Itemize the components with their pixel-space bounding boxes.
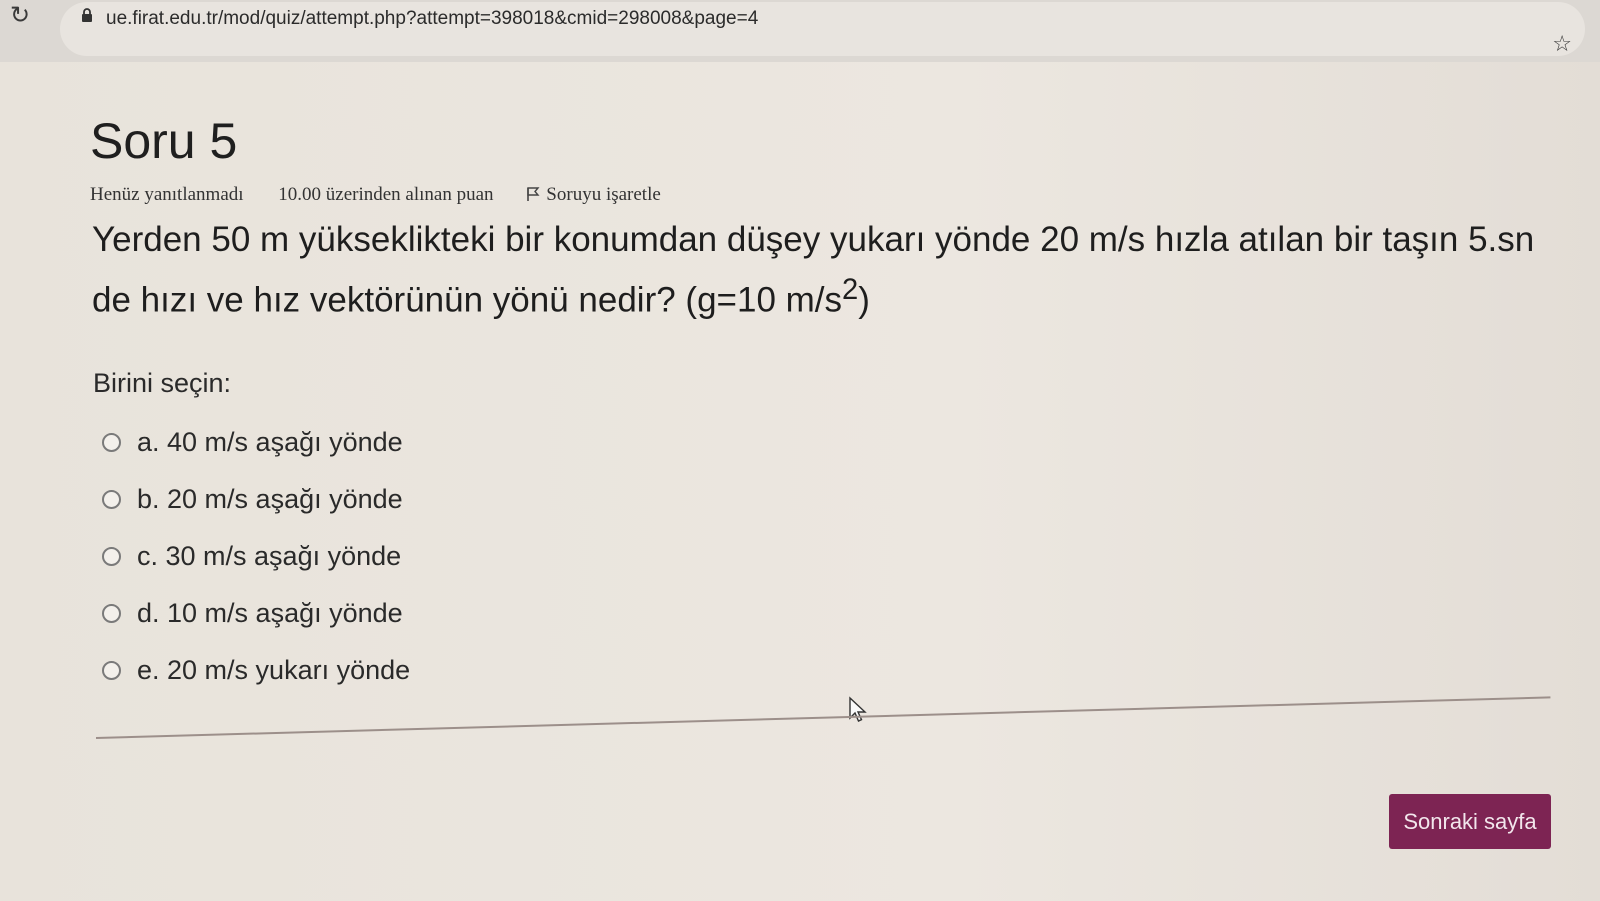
browser-toolbar: ↻ ue.firat.edu.tr/mod/quiz/attempt.php?a… [0, 0, 1600, 63]
quiz-content: Soru 5 Henüz yanıtlanmadı 10.00 üzerinde… [0, 62, 1600, 901]
question-points: 10.00 üzerinden alınan puan [278, 184, 494, 205]
answer-option-c[interactable]: c. 30 m/s aşağı yönde [102, 528, 702, 585]
radio-button[interactable] [102, 547, 121, 566]
answer-option-e[interactable]: e. 20 m/s yukarı yönde [102, 642, 702, 699]
url-text[interactable]: ue.firat.edu.tr/mod/quiz/attempt.php?att… [106, 8, 758, 30]
reload-icon[interactable]: ↻ [10, 2, 36, 28]
flag-icon [527, 187, 540, 201]
radio-button[interactable] [102, 661, 121, 680]
star-icon[interactable]: ☆ [1552, 34, 1572, 56]
radio-button[interactable] [102, 490, 121, 509]
answer-option-a[interactable]: a. 40 m/s aşağı yönde [102, 414, 702, 471]
answer-option-b[interactable]: b. 20 m/s aşağı yönde [102, 471, 702, 528]
question-text-superscript: 2 [842, 274, 859, 306]
radio-button[interactable] [102, 604, 121, 623]
question-info: Henüz yanıtlanmadı 10.00 üzerinden alına… [90, 184, 661, 206]
answer-options: a. 40 m/s aşağı yönde b. 20 m/s aşağı yö… [102, 414, 702, 699]
option-label[interactable]: e. 20 m/s yukarı yönde [137, 655, 410, 686]
option-label[interactable]: c. 30 m/s aşağı yönde [137, 541, 401, 572]
question-title: Soru 5 [90, 113, 238, 169]
section-divider [95, 696, 1551, 739]
next-page-button[interactable]: Sonraki sayfa [1389, 794, 1551, 849]
flag-question-link[interactable]: Soruyu işaretle [526, 184, 661, 206]
answer-option-d[interactable]: d. 10 m/s aşağı yönde [102, 585, 702, 642]
answer-status: Henüz yanıtlanmadı [90, 184, 244, 205]
option-label[interactable]: d. 10 m/s aşağı yönde [137, 598, 403, 629]
mouse-cursor-icon [849, 696, 867, 722]
question-text-end: ) [858, 280, 870, 320]
question-text-main: Yerden 50 m yükseklikteki bir konumdan d… [92, 220, 1535, 320]
answer-prompt: Birini seçin: [93, 368, 232, 398]
address-bar[interactable]: ue.firat.edu.tr/mod/quiz/attempt.php?att… [60, 2, 1585, 56]
flag-question-label[interactable]: Soruyu işaretle [546, 184, 661, 206]
lock-icon [82, 8, 92, 22]
question-text: Yerden 50 m yükseklikteki bir konumdan d… [92, 215, 1562, 326]
option-label[interactable]: a. 40 m/s aşağı yönde [137, 427, 403, 458]
option-label[interactable]: b. 20 m/s aşağı yönde [137, 484, 403, 515]
radio-button[interactable] [102, 433, 121, 452]
